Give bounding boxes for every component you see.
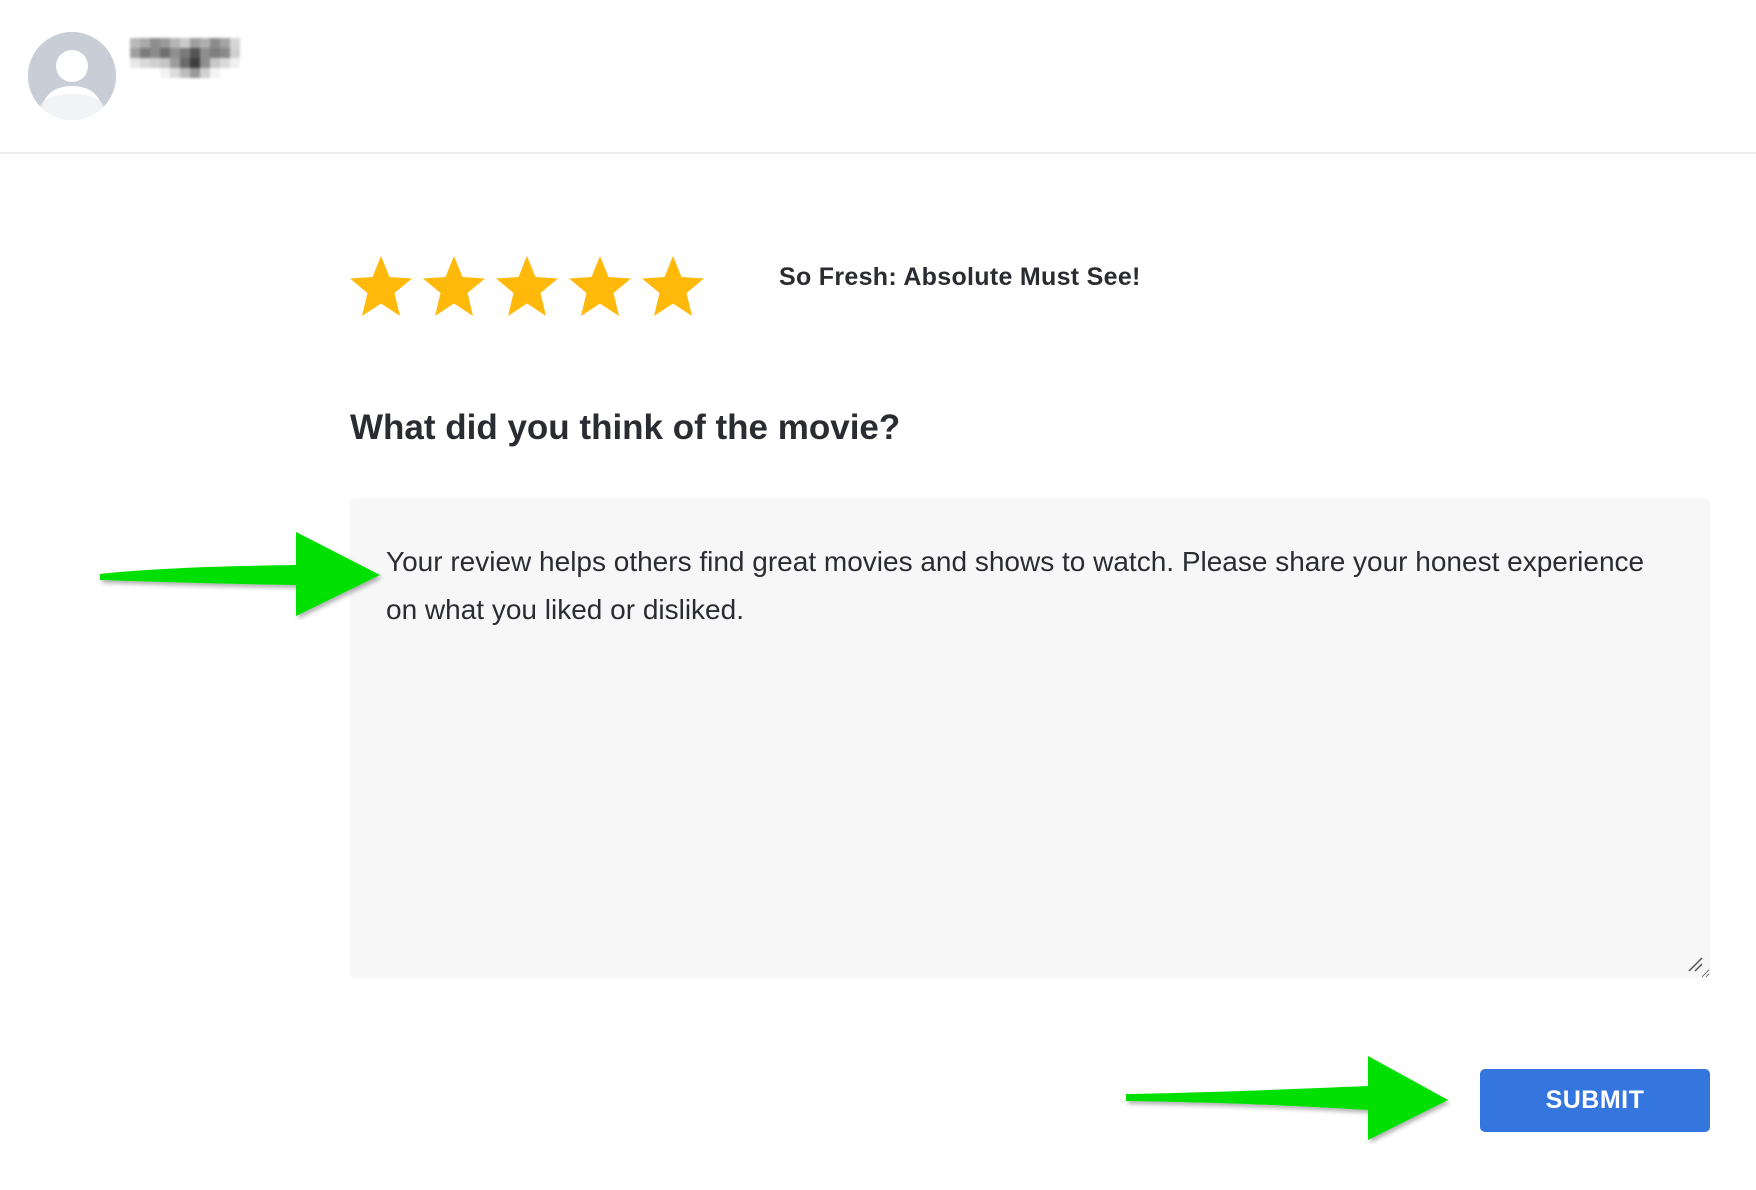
username-pixel: [220, 58, 230, 68]
username-pixel: [160, 58, 170, 68]
username-pixel: [150, 68, 160, 78]
resize-handle-icon[interactable]: [1687, 956, 1703, 972]
star-2-icon[interactable]: [421, 254, 487, 320]
annotation-arrow-icon: [1126, 1056, 1448, 1140]
star-shape: [350, 256, 412, 316]
username-pixel: [230, 68, 240, 78]
user-avatar-icon[interactable]: [28, 32, 116, 120]
star-3-icon[interactable]: [494, 254, 560, 320]
username-pixel: [160, 38, 170, 48]
username-pixel: [210, 38, 220, 48]
username-pixel: [130, 68, 140, 78]
username-pixel: [210, 58, 220, 68]
star-shape: [569, 256, 631, 316]
username-pixel: [230, 38, 240, 48]
star-shape: [496, 256, 558, 316]
username-pixel: [140, 48, 150, 58]
username-pixel: [190, 48, 200, 58]
username-pixel: [150, 38, 160, 48]
username-blurred: [130, 38, 240, 86]
username-pixel: [130, 58, 140, 68]
rating-label: So Fresh: Absolute Must See!: [779, 263, 1141, 291]
username-pixel: [170, 38, 180, 48]
star-4-icon[interactable]: [567, 254, 633, 320]
username-pixel: [180, 48, 190, 58]
review-textarea[interactable]: [350, 498, 1710, 978]
username-pixel: [180, 58, 190, 68]
annotation-arrow-icon: [100, 532, 380, 616]
username-pixel: [170, 48, 180, 58]
username-pixel: [130, 48, 140, 58]
username-pixel: [140, 58, 150, 68]
star-shape: [642, 256, 704, 316]
username-pixel: [190, 58, 200, 68]
username-pixel: [200, 48, 210, 58]
username-pixel: [160, 48, 170, 58]
username-pixel: [220, 48, 230, 58]
username-pixel: [210, 68, 220, 78]
submit-button[interactable]: SUBMIT: [1480, 1069, 1710, 1132]
username-pixel: [130, 38, 140, 48]
star-rating: [348, 254, 706, 320]
username-pixel: [160, 68, 170, 78]
review-question: What did you think of the movie?: [350, 408, 901, 447]
username-pixel: [190, 38, 200, 48]
username-pixel: [200, 68, 210, 78]
star-shape: [423, 256, 485, 316]
username-pixel: [230, 58, 240, 68]
username-pixel: [180, 38, 190, 48]
username-pixel: [170, 68, 180, 78]
username-pixel: [150, 48, 160, 58]
username-pixel: [170, 58, 180, 68]
username-pixel: [200, 38, 210, 48]
username-pixel: [200, 58, 210, 68]
star-1-icon[interactable]: [348, 254, 414, 320]
username-pixel: [210, 48, 220, 58]
username-pixel: [220, 68, 230, 78]
username-pixel: [190, 68, 200, 78]
username-pixel: [180, 68, 190, 78]
username-pixel: [220, 38, 230, 48]
star-5-icon[interactable]: [640, 254, 706, 320]
username-pixel: [140, 38, 150, 48]
username-pixel: [150, 58, 160, 68]
username-pixel: [230, 48, 240, 58]
username-pixel: [140, 68, 150, 78]
header: [0, 0, 1756, 154]
